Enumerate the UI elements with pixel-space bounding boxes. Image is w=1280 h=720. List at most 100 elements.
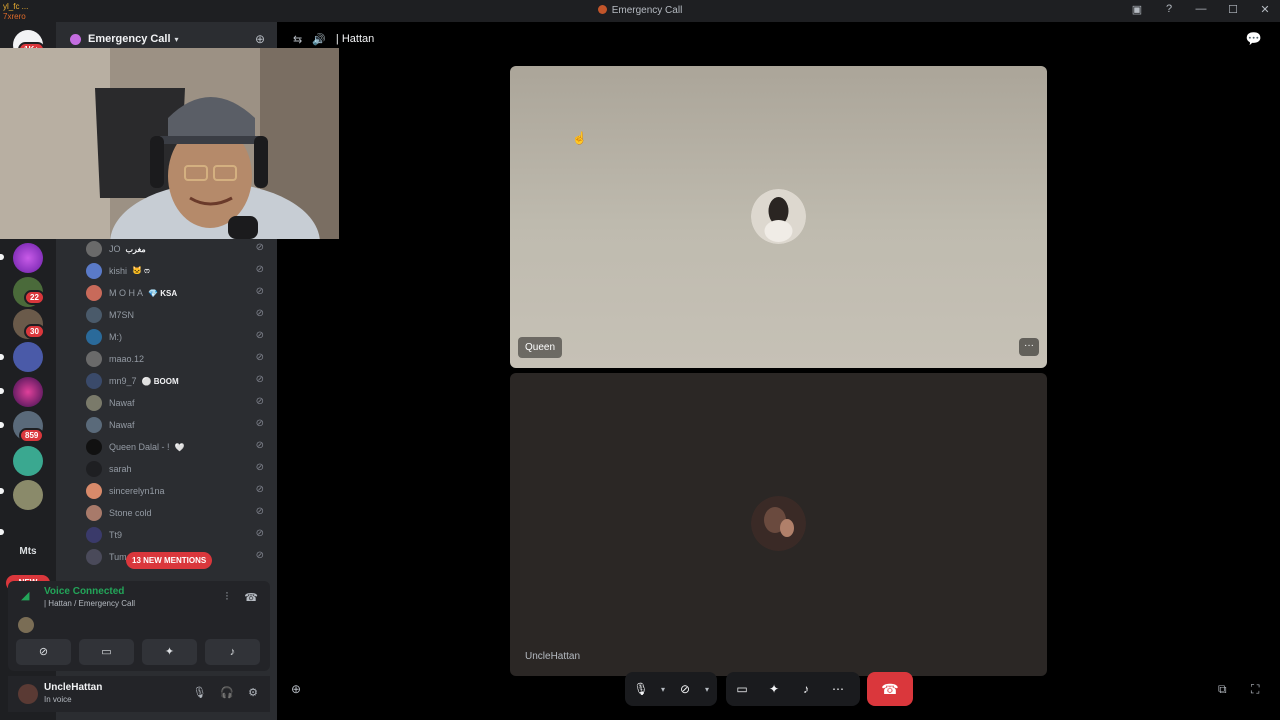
maximize-icon[interactable]: ☐ <box>1226 3 1240 16</box>
call-controls: 🎙 ▾ ⊘ ▾ ▭ ✦ ♪ ⋯ ☎ <box>277 672 1280 708</box>
close-icon[interactable]: ✕ <box>1258 3 1272 16</box>
activities-button[interactable]: ✦ <box>142 639 197 665</box>
camera-off-button[interactable]: ⊘ <box>16 639 71 665</box>
invite-people-icon[interactable]: ⊕ <box>255 32 265 46</box>
avatar <box>18 617 34 633</box>
voice-channel-path[interactable]: | Hattan / Emergency Call <box>44 599 135 608</box>
guild-icon[interactable] <box>13 480 43 510</box>
voice-member[interactable]: JO مغرب ⊘ <box>86 238 268 260</box>
member-tag: ⚪ BOOM <box>141 376 179 386</box>
avatar <box>86 373 102 389</box>
hide-members-icon[interactable]: ⇆ <box>293 33 302 46</box>
participant-tile[interactable]: UncleHattan <box>510 373 1047 676</box>
user-name[interactable]: UncleHattan <box>44 682 102 693</box>
audio-video-group: 🎙 ▾ ⊘ ▾ <box>625 672 717 706</box>
call-stage: ⇆ 🔊 | Hattan 💬 Queen ··· UncleHattan 🎙 ▾… <box>277 22 1280 720</box>
member-name: maao.12 <box>109 354 145 364</box>
microphone-icon[interactable]: 🎙 <box>625 682 657 696</box>
participant-name: Queen <box>518 337 563 358</box>
screen-share-button[interactable]: ▭ <box>79 639 134 665</box>
noise-suppression-icon[interactable]: ⫶ <box>226 591 229 604</box>
chevron-down-icon[interactable]: ▾ <box>657 685 669 694</box>
mouse-cursor-icon: ☝ <box>572 131 587 145</box>
member-tag: 🤍 <box>174 442 185 452</box>
activities-icon[interactable]: ✦ <box>758 682 790 696</box>
member-tag: 🐱 ෆ <box>132 266 150 275</box>
invite-to-call-icon[interactable]: ⊕ <box>291 682 301 696</box>
unread-badge: 859 <box>19 428 45 443</box>
chevron-down-icon[interactable]: ▾ <box>701 685 713 694</box>
guild-icon[interactable] <box>13 377 43 407</box>
member-name: JO <box>109 244 121 254</box>
guild-text-icon[interactable]: Mts <box>13 541 43 563</box>
member-name: Stone cold <box>109 508 152 518</box>
deafened-icon: ⊘ <box>255 286 264 297</box>
avatar <box>86 527 102 543</box>
participant-tile[interactable]: Queen ··· <box>510 66 1047 368</box>
member-name: sarah <box>109 464 132 474</box>
deafened-icon: ⊘ <box>255 550 264 561</box>
voice-member[interactable]: sincerelyn1na ⊘ <box>86 480 268 502</box>
window-titlebar: yl_fc ... 7xrero Emergency Call ▣ ? — ☐ … <box>0 0 1280 22</box>
voice-member[interactable]: M:) ⊘ <box>86 326 268 348</box>
guild-icon[interactable] <box>13 243 43 273</box>
voice-channel-name: | Hattan <box>335 33 375 45</box>
camera-off-icon[interactable]: ⊘ <box>669 682 701 696</box>
avatar <box>86 329 102 345</box>
deafened-icon: ⊘ <box>255 484 264 495</box>
headphones-icon[interactable]: 🎧 <box>220 686 234 699</box>
voice-member[interactable]: Tt9 ⊘ <box>86 524 268 546</box>
deafened-icon: ⊘ <box>255 462 264 473</box>
disconnect-icon[interactable]: ☎ <box>244 591 258 604</box>
guild-icon[interactable] <box>13 446 43 476</box>
settings-gear-icon[interactable]: ⚙ <box>248 686 258 699</box>
screen-share-icon[interactable]: ▭ <box>726 682 758 696</box>
streamer-webcam-image <box>0 48 339 239</box>
soundboard-button[interactable]: ♪ <box>205 639 260 665</box>
chat-icon[interactable]: 💬 <box>1246 31 1262 47</box>
microphone-icon[interactable]: 🎙 <box>192 686 206 699</box>
signal-icon[interactable]: ◢ <box>21 589 29 602</box>
voice-member[interactable]: mn9_7 ⚪ BOOM ⊘ <box>86 370 268 392</box>
avatar <box>86 461 102 477</box>
help-icon[interactable]: ? <box>1162 3 1176 16</box>
member-name: Nawaf <box>109 420 135 430</box>
deafened-icon: ⊘ <box>255 396 264 407</box>
voice-status[interactable]: Voice Connected <box>44 586 124 597</box>
speaker-icon: 🔊 <box>312 33 326 46</box>
voice-member[interactable]: Nawaf ⊘ <box>86 414 268 436</box>
voice-member[interactable]: M O H A 💎 KSA ⊘ <box>86 282 268 304</box>
member-name: M7SN <box>109 310 135 320</box>
minimize-icon[interactable]: — <box>1194 3 1208 16</box>
fullscreen-icon[interactable]: ⛶ <box>1251 682 1259 697</box>
voice-member[interactable]: M7SN ⊘ <box>86 304 268 326</box>
more-icon[interactable]: ⋯ <box>822 682 854 696</box>
voice-member[interactable]: Queen Dalal - ! 🤍 ⊘ <box>86 436 268 458</box>
voice-member[interactable]: kishi 🐱 ෆ ⊘ <box>86 260 268 282</box>
member-name: M:) <box>109 332 122 342</box>
voice-member[interactable]: maao.12 ⊘ <box>86 348 268 370</box>
member-tag: 💎 KSA <box>148 288 178 298</box>
voice-member[interactable]: Stone cold ⊘ <box>86 502 268 524</box>
disconnect-icon[interactable]: ☎ <box>867 672 913 706</box>
actions-group: ▭ ✦ ♪ ⋯ <box>726 672 860 706</box>
new-mentions-pill[interactable]: 13 NEW MENTIONS <box>126 552 213 569</box>
deafened-icon: ⊘ <box>255 374 264 385</box>
guild-icon[interactable] <box>13 342 43 372</box>
avatar <box>86 505 102 521</box>
more-options-button[interactable]: ··· <box>1019 338 1039 356</box>
deafened-icon: ⊘ <box>255 352 264 363</box>
avatar <box>86 549 102 565</box>
inbox-icon[interactable]: ▣ <box>1130 3 1144 16</box>
avatar <box>86 439 102 455</box>
soundboard-icon[interactable]: ♪ <box>790 682 822 696</box>
pop-out-icon[interactable]: ⧉ <box>1218 682 1227 697</box>
member-name: sincerelyn1na <box>109 486 165 496</box>
avatar[interactable] <box>18 684 38 704</box>
member-name: M O H A <box>109 288 144 298</box>
voice-member[interactable]: sarah ⊘ <box>86 458 268 480</box>
deafened-icon: ⊘ <box>255 440 264 451</box>
voice-member[interactable]: Nawaf ⊘ <box>86 392 268 414</box>
avatar <box>86 263 102 279</box>
member-tag: مغرب <box>125 244 146 254</box>
